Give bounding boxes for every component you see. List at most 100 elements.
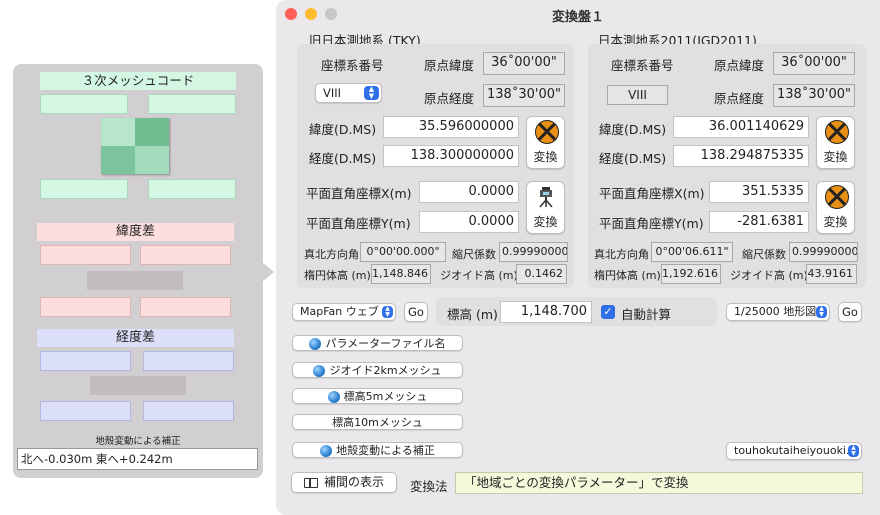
crustal-file-value: touhokutaiheiyouoki...	[734, 444, 857, 457]
compass-icon	[535, 120, 559, 144]
tky-lat-input[interactable]: 35.596000000	[383, 116, 519, 138]
lon-diff-bottom-left	[40, 401, 131, 421]
jgd-latlon-convert-button[interactable]: 変換	[816, 116, 855, 169]
show-interpolation-button[interactable]: 補間の表示	[291, 472, 397, 493]
crustal-correction-label: 地殻変動による補正	[336, 444, 435, 457]
tky-north-angle-label: 真北方向角	[304, 248, 359, 261]
jgd-lon-label: 経度(D.MS)	[599, 151, 667, 166]
auto-calc-checkbox[interactable]: ✓	[601, 305, 615, 319]
crustal-correction-button[interactable]: 地殻変動による補正	[292, 442, 463, 458]
window-title: 変換盤１	[551, 10, 604, 25]
jgd-north-angle-label: 真北方向角	[594, 248, 649, 261]
lat-diff-top-left	[40, 245, 131, 265]
jgd-coord-system-value: VIII	[607, 85, 668, 105]
jgd-scale-label: 縮尺係数	[742, 248, 786, 261]
mesh-code-title: ３次メッシュコード	[40, 72, 236, 90]
tky-y-input[interactable]: 0.0000	[419, 211, 519, 233]
mesh-north-west-field	[40, 94, 128, 114]
globe-icon	[309, 338, 322, 350]
crustal-file-select[interactable]: touhokutaiheiyouoki... ▲ ▼	[726, 442, 862, 460]
jgd-coord-system-label: 座標系番号	[611, 58, 674, 73]
globe-icon	[327, 391, 340, 403]
lon-diff-top-left	[40, 351, 131, 371]
jgd-lat-input[interactable]: 36.001140629	[673, 116, 809, 138]
tky-lon-label: 経度(D.MS)	[309, 151, 377, 166]
lat-diff-bottom-right	[140, 297, 231, 317]
jgd-origin-lat-label: 原点緯度	[714, 58, 765, 73]
tky-origin-lon-label: 原点経度	[424, 91, 475, 106]
mesh-south-west-field	[40, 179, 128, 199]
map-service-select[interactable]: MapFan ウェブ ▲ ▼	[292, 303, 396, 321]
tky-origin-lat-value: 36˚00'00"	[483, 52, 565, 75]
chevron-updown-icon: ▲ ▼	[382, 306, 393, 318]
lon-diff-center	[90, 376, 186, 395]
jgd-xy-convert-label: 変換	[823, 215, 848, 229]
tky-geoid-value: 0.1462	[516, 264, 567, 284]
elev5-mesh-label: 標高5mメッシュ	[343, 390, 428, 403]
tky-latlon-convert-label: 変換	[533, 150, 558, 164]
jgd-xy-convert-button[interactable]: 変換	[816, 181, 855, 234]
tky-scale-label: 縮尺係数	[452, 248, 496, 261]
jgd-latlon-convert-label: 変換	[823, 150, 848, 164]
method-label: 変換法	[410, 479, 448, 494]
method-value: 「地域ごとの変換パラメーター」で変換	[455, 472, 863, 494]
lon-diff-top-right	[143, 351, 234, 371]
lat-diff-top-right	[140, 245, 231, 265]
tky-ellipsoid-label: 楕円体高 (m)	[304, 269, 371, 282]
globe-icon	[320, 445, 333, 457]
mesh-north-east-field	[148, 94, 236, 114]
tky-lon-input[interactable]: 138.300000000	[383, 145, 519, 167]
lat-diff-center	[87, 271, 183, 290]
elevation-label: 標高 (m)	[447, 307, 498, 322]
topo-go-button[interactable]: Go	[838, 302, 862, 322]
jgd-scale-value: 0.99990000	[789, 242, 858, 262]
jgd-ellipsoid-label: 楕円体高 (m)	[594, 269, 661, 282]
geoid-mesh-button[interactable]: ジオイド2kmメッシュ	[292, 362, 463, 378]
elev5-mesh-button[interactable]: 標高5mメッシュ	[292, 388, 463, 404]
tky-latlon-convert-button[interactable]: 変換	[526, 116, 565, 169]
topo-map-select[interactable]: 1/25000 地形図 ▲ ▼	[726, 303, 830, 321]
tky-coord-system-value: VIII	[323, 86, 342, 100]
tky-xy-convert-label: 変換	[533, 215, 558, 229]
crustal-correction-value: 北へ-0.030m 東へ+0.242m	[17, 448, 258, 470]
jgd-north-angle-value: 0°00'06.611"	[651, 242, 733, 262]
auto-calc-label: 自動計算	[621, 307, 672, 322]
globe-icon	[313, 365, 326, 377]
show-interpolation-label: 補間の表示	[323, 475, 384, 489]
jgd-lon-input[interactable]: 138.294875335	[673, 145, 809, 167]
elev10-mesh-label: 標高10mメッシュ	[332, 416, 423, 429]
tky-origin-lon-value: 138˚30'00"	[483, 84, 565, 107]
crustal-correction-title: 地殻変動による補正	[95, 436, 181, 447]
tky-y-label: 平面直角座標Y(m)	[306, 216, 411, 231]
compass-icon	[825, 185, 849, 209]
param-file-button[interactable]: パラメーターファイル名	[292, 335, 463, 351]
tky-x-label: 平面直角座標X(m)	[306, 186, 412, 201]
jgd-origin-lat-value: 36˚00'00"	[773, 52, 855, 75]
jgd-y-input[interactable]: -281.6381	[709, 211, 809, 233]
mesh-map-thumbnail	[101, 118, 169, 174]
jgd-y-label: 平面直角座標Y(m)	[599, 216, 704, 231]
jgd-x-label: 平面直角座標X(m)	[599, 186, 705, 201]
tky-coord-system-label: 座標系番号	[321, 58, 384, 73]
tky-x-input[interactable]: 0.0000	[419, 181, 519, 203]
map-go-button[interactable]: Go	[404, 302, 428, 322]
tky-origin-lat-label: 原点緯度	[424, 58, 475, 73]
tky-xy-convert-button[interactable]: 変換	[526, 181, 565, 234]
jgd-origin-lon-value: 138˚30'00"	[773, 84, 855, 107]
jgd-geoid-value: 43.9161	[806, 264, 857, 284]
tky-geoid-label: ジオイド高 (m)	[440, 269, 518, 282]
mesh-south-east-field	[148, 179, 236, 199]
geoid-mesh-label: ジオイド2kmメッシュ	[329, 364, 442, 377]
chevron-updown-icon: ▲ ▼	[848, 445, 859, 457]
compass-icon	[825, 120, 849, 144]
param-file-label: パラメーターファイル名	[325, 337, 446, 350]
jgd-geoid-label: ジオイド高 (m)	[730, 269, 808, 282]
chevron-updown-icon: ▲ ▼	[816, 306, 827, 318]
drawer-pointer	[262, 262, 274, 282]
jgd-x-input[interactable]: 351.5335	[709, 181, 809, 203]
surveying-instrument-icon	[537, 186, 555, 208]
elevation-input[interactable]: 1,148.700	[500, 301, 592, 323]
elev10-mesh-button[interactable]: 標高10mメッシュ	[292, 414, 463, 430]
tky-coord-system-select[interactable]: VIII ▲ ▼	[315, 83, 382, 103]
map-service-value: MapFan ウェブ	[300, 305, 379, 318]
